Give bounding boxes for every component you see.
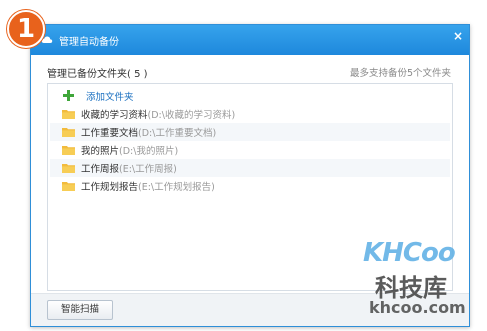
watermark-brand: KHCoo: [363, 238, 456, 268]
max-folders-note: 最多支持备份5个文件夹: [349, 68, 451, 79]
folder-icon: [62, 110, 75, 119]
dialog-titlebar: 管理自动备份 ×: [31, 25, 469, 55]
watermark-logo: KHCoo 科技库 khcoo.com: [363, 238, 473, 328]
smart-scan-button[interactable]: 智能扫描: [47, 300, 113, 320]
folder-path: (E:\工作周报): [119, 164, 177, 175]
close-button[interactable]: ×: [447, 25, 469, 47]
folder-path: (D:\工作重要文档): [138, 128, 217, 139]
folder-path: (D:\我的照片): [119, 146, 179, 157]
folder-name: 工作规划报告: [81, 182, 139, 193]
folder-path: (D:\收藏的学习资料): [147, 110, 236, 121]
dialog-title: 管理自动备份: [59, 37, 119, 48]
folder-name: 工作周报: [81, 164, 120, 175]
folder-icon: [62, 182, 75, 191]
folder-item[interactable]: 我的照片 (D:\我的照片): [50, 141, 450, 159]
add-folder-button[interactable]: 添加文件夹: [50, 87, 450, 105]
folder-name: 我的照片: [81, 146, 120, 157]
folder-item[interactable]: 工作重要文档 (D:\工作重要文档): [50, 123, 450, 141]
folder-icon: [62, 128, 75, 137]
step-number-badge: 1: [7, 10, 45, 48]
folder-item[interactable]: 工作规划报告 (E:\工作规划报告): [50, 177, 450, 195]
folder-name: 工作重要文档: [81, 128, 139, 139]
add-folder-label: 添加文件夹: [86, 92, 134, 103]
folder-path: (E:\工作规划报告): [138, 182, 215, 193]
folder-name: 收藏的学习资料: [81, 110, 148, 121]
watermark-url: khcoo.com: [369, 298, 466, 317]
folders-heading: 管理已备份文件夹( 5 ): [47, 69, 148, 80]
plus-icon: [62, 89, 76, 103]
list-header: 管理已备份文件夹( 5 ) 最多支持备份5个文件夹: [47, 65, 453, 80]
folder-item[interactable]: 收藏的学习资料 (D:\收藏的学习资料): [50, 105, 450, 123]
folder-icon: [62, 164, 75, 173]
folder-item[interactable]: 工作周报 (E:\工作周报): [50, 159, 450, 177]
folder-icon: [62, 146, 75, 155]
